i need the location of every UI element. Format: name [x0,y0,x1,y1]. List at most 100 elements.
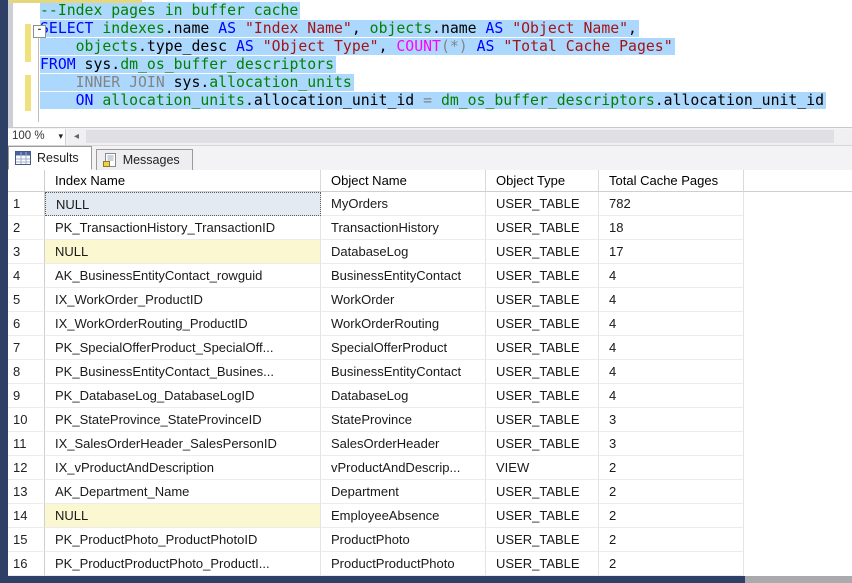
scroll-left-button[interactable]: ◂ [70,129,83,145]
total-cache-pages-cell[interactable]: 4 [599,336,744,360]
row-number-cell[interactable]: 2 [8,216,45,240]
object-type-cell[interactable]: USER_TABLE [486,504,599,528]
row-number-cell[interactable]: 16 [8,552,45,576]
object-name-cell[interactable]: EmployeeAbsence [321,504,486,528]
object-type-cell[interactable]: USER_TABLE [486,216,599,240]
object-type-cell[interactable]: USER_TABLE [486,192,599,216]
object-type-cell[interactable]: USER_TABLE [486,312,599,336]
index-name-cell[interactable]: PK_DatabaseLog_DatabaseLogID [45,384,321,408]
object-type-cell[interactable]: USER_TABLE [486,336,599,360]
tab-results[interactable]: Results [8,146,92,170]
index-name-cell[interactable]: PK_ProductPhoto_ProductPhotoID [45,528,321,552]
row-number-cell[interactable]: 4 [8,264,45,288]
object-name-cell[interactable]: Department [321,480,486,504]
row-number-cell[interactable]: 10 [8,408,45,432]
object-type-cell[interactable]: USER_TABLE [486,288,599,312]
scrollbar-thumb[interactable] [86,130,834,143]
collapse-region-icon[interactable]: - [33,25,46,38]
column-header-object-name[interactable]: Object Name [321,170,486,192]
object-type-cell[interactable]: USER_TABLE [486,408,599,432]
object-type-cell[interactable]: USER_TABLE [486,480,599,504]
index-name-cell[interactable]: AK_Department_Name [45,480,321,504]
object-name-cell[interactable]: SalesOrderHeader [321,432,486,456]
total-cache-pages-cell[interactable]: 2 [599,456,744,480]
index-name-cell[interactable]: IX_SalesOrderHeader_SalesPersonID [45,432,321,456]
code-line[interactable]: ON allocation_units.allocation_unit_id =… [40,92,826,110]
zoom-level-select[interactable]: 100 % ▾ [8,129,66,145]
total-cache-pages-cell[interactable]: 2 [599,480,744,504]
horizontal-scrollbar[interactable]: ◂ [68,129,852,145]
object-type-cell[interactable]: USER_TABLE [486,384,599,408]
object-type-cell[interactable]: USER_TABLE [486,240,599,264]
total-cache-pages-cell[interactable]: 2 [599,528,744,552]
object-name-cell[interactable]: SpecialOfferProduct [321,336,486,360]
row-number-cell[interactable]: 6 [8,312,45,336]
column-header-index-name[interactable]: Index Name [45,170,321,192]
tab-messages[interactable]: Messages [96,149,193,170]
index-name-cell[interactable]: IX_WorkOrder_ProductID [45,288,321,312]
row-number-cell[interactable]: 8 [8,360,45,384]
row-number-cell[interactable]: 1 [8,192,45,216]
object-type-cell[interactable]: USER_TABLE [486,432,599,456]
object-name-cell[interactable]: ProductPhoto [321,528,486,552]
total-cache-pages-cell[interactable]: 17 [599,240,744,264]
index-name-cell[interactable]: NULL [45,504,321,528]
object-type-cell[interactable]: VIEW [486,456,599,480]
index-name-cell[interactable]: PK_SpecialOfferProduct_SpecialOff... [45,336,321,360]
code-line[interactable]: --Index pages in buffer cache [40,2,826,20]
code-line[interactable]: INNER JOIN sys.allocation_units [40,74,826,92]
object-name-cell[interactable]: ProductProductPhoto [321,552,486,576]
index-name-cell[interactable]: PK_ProductProductPhoto_ProductI... [45,552,321,576]
row-number-cell[interactable]: 13 [8,480,45,504]
total-cache-pages-cell[interactable]: 4 [599,312,744,336]
total-cache-pages-cell[interactable]: 3 [599,432,744,456]
row-number-cell[interactable]: 12 [8,456,45,480]
object-name-cell[interactable]: DatabaseLog [321,240,486,264]
total-cache-pages-cell[interactable]: 4 [599,264,744,288]
total-cache-pages-cell[interactable]: 3 [599,408,744,432]
index-name-cell[interactable]: NULL [45,240,321,264]
row-number-cell[interactable]: 3 [8,240,45,264]
object-name-cell[interactable]: WorkOrderRouting [321,312,486,336]
total-cache-pages-cell[interactable]: 782 [599,192,744,216]
object-type-cell[interactable]: USER_TABLE [486,552,599,576]
code-line[interactable]: SELECT indexes.name AS "Index Name", obj… [40,20,826,38]
total-cache-pages-cell[interactable]: 4 [599,384,744,408]
total-cache-pages-cell[interactable]: 18 [599,216,744,240]
total-cache-pages-cell[interactable]: 4 [599,360,744,384]
code-line[interactable]: objects.type_desc AS "Object Type", COUN… [40,38,826,56]
code-lines[interactable]: --Index pages in buffer cacheSELECT inde… [40,2,826,110]
row-number-cell[interactable]: 11 [8,432,45,456]
index-name-cell[interactable]: PK_BusinessEntityContact_Busines... [45,360,321,384]
object-type-cell[interactable]: USER_TABLE [486,360,599,384]
row-number-cell[interactable]: 9 [8,384,45,408]
total-cache-pages-cell[interactable]: 4 [599,288,744,312]
index-name-cell[interactable]: NULL [45,192,321,216]
object-name-cell[interactable]: TransactionHistory [321,216,486,240]
column-header-total-cache-pages[interactable]: Total Cache Pages [599,170,744,192]
total-cache-pages-cell[interactable]: 2 [599,552,744,576]
index-name-cell[interactable]: IX_vProductAndDescription [45,456,321,480]
object-type-cell[interactable]: USER_TABLE [486,528,599,552]
object-name-cell[interactable]: BusinessEntityContact [321,264,486,288]
object-name-cell[interactable]: vProductAndDescrip... [321,456,486,480]
object-name-cell[interactable]: StateProvince [321,408,486,432]
index-name-cell[interactable]: PK_StateProvince_StateProvinceID [45,408,321,432]
row-number-header[interactable] [8,170,45,192]
sql-editor[interactable]: - --Index pages in buffer cacheSELECT in… [8,0,852,127]
index-name-cell[interactable]: PK_TransactionHistory_TransactionID [45,216,321,240]
column-header-object-type[interactable]: Object Type [486,170,599,192]
row-number-cell[interactable]: 5 [8,288,45,312]
row-number-cell[interactable]: 7 [8,336,45,360]
object-type-cell[interactable]: USER_TABLE [486,264,599,288]
total-cache-pages-cell[interactable]: 2 [599,504,744,528]
object-name-cell[interactable]: BusinessEntityContact [321,360,486,384]
code-line[interactable]: FROM sys.dm_os_buffer_descriptors [40,56,826,74]
row-number-cell[interactable]: 15 [8,528,45,552]
index-name-cell[interactable]: AK_BusinessEntityContact_rowguid [45,264,321,288]
row-number-cell[interactable]: 14 [8,504,45,528]
index-name-cell[interactable]: IX_WorkOrderRouting_ProductID [45,312,321,336]
object-name-cell[interactable]: MyOrders [321,192,486,216]
object-name-cell[interactable]: WorkOrder [321,288,486,312]
object-name-cell[interactable]: DatabaseLog [321,384,486,408]
